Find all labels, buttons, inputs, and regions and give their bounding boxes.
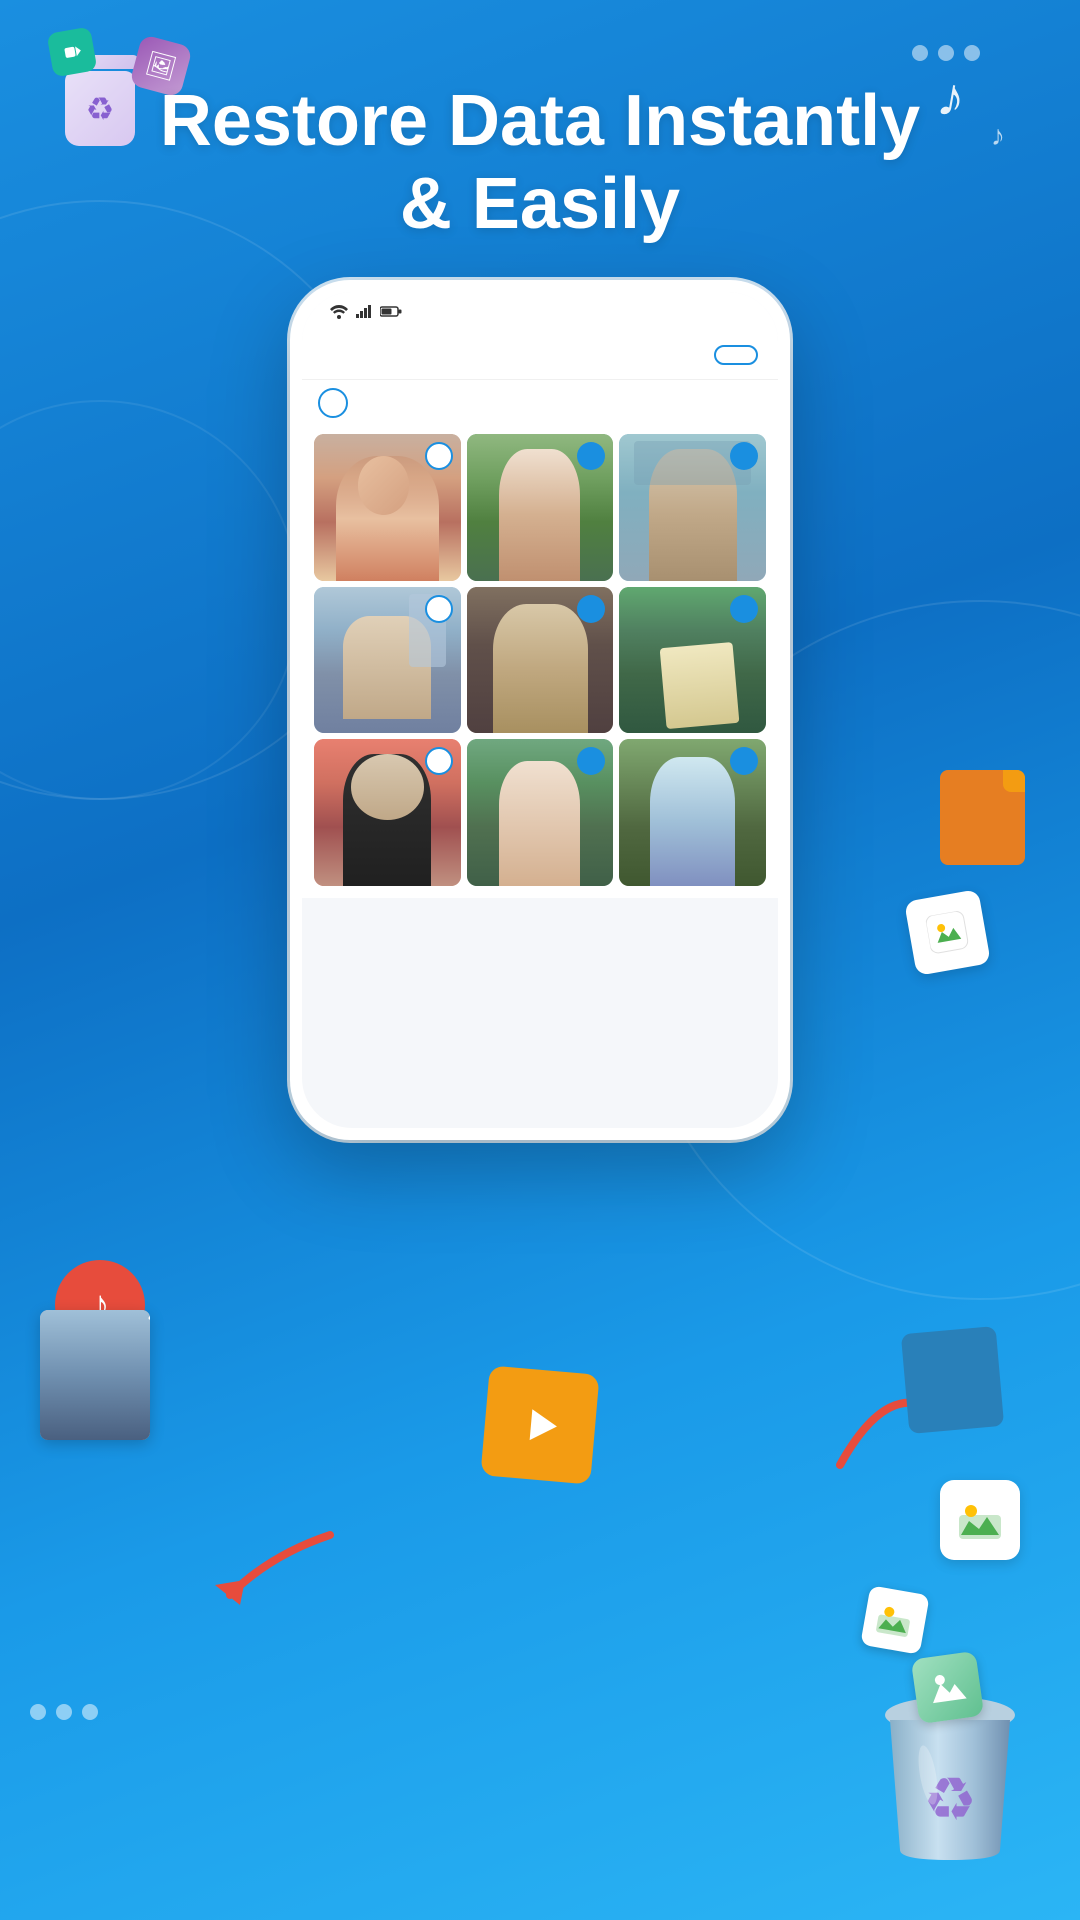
photo-item-3[interactable]	[619, 434, 766, 581]
video-play-float-icon	[480, 1365, 599, 1484]
photo-check-6[interactable]	[730, 595, 758, 623]
battery-icon	[380, 305, 402, 323]
main-headline: Restore Data Instantly & Easily	[140, 80, 940, 246]
video-float-icon-tl	[47, 27, 98, 78]
photo-check-1[interactable]	[425, 442, 453, 470]
photo-check-4[interactable]	[425, 595, 453, 623]
status-bar	[302, 292, 778, 331]
header-section: Restore Data Instantly & Easily	[0, 80, 1080, 246]
red-arrow-left	[200, 1525, 340, 1610]
photo-grid	[302, 434, 778, 898]
photo-check-7[interactable]	[425, 747, 453, 775]
small-image-icon-1	[860, 1585, 930, 1655]
phone-mockup	[290, 280, 790, 1140]
photo-item-1[interactable]	[314, 434, 461, 581]
photo-item-2[interactable]	[467, 434, 614, 581]
select-all-row[interactable]	[302, 380, 778, 434]
wifi-icon	[330, 305, 348, 322]
photo-item-7[interactable]	[314, 739, 461, 886]
photo-item-5[interactable]	[467, 587, 614, 734]
signal-icon	[356, 304, 372, 323]
photo-check-3[interactable]	[730, 442, 758, 470]
decorative-dots-top	[912, 45, 980, 61]
photo-item-9[interactable]	[619, 739, 766, 886]
image-float-icon-bottom	[940, 1480, 1020, 1560]
ppt-file-icon	[940, 770, 1040, 880]
music-float-note: ♪	[146, 1310, 150, 1327]
small-image-icon-2	[911, 1651, 984, 1724]
recover-button[interactable]	[714, 345, 758, 365]
app-bar	[302, 331, 778, 380]
select-all-radio[interactable]	[318, 388, 348, 418]
word-file-icon	[901, 1326, 1004, 1434]
photo-item-8[interactable]	[467, 739, 614, 886]
photo-item-4[interactable]	[314, 587, 461, 734]
photo-float-bottom-left: ♪	[40, 1310, 150, 1440]
decorative-dots-bottom	[30, 1704, 98, 1720]
photo-check-5[interactable]	[577, 595, 605, 623]
image-file-icon-right	[904, 889, 991, 976]
photo-item-6[interactable]	[619, 587, 766, 734]
